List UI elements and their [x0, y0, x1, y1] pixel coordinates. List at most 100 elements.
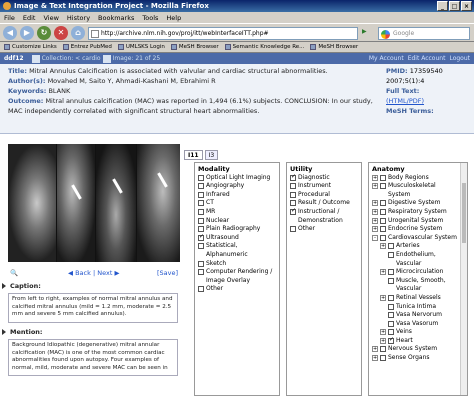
- checkbox[interactable]: [380, 183, 386, 190]
- anatomy-item[interactable]: Vasa Vasorum: [372, 320, 458, 329]
- checkbox[interactable]: [290, 207, 296, 216]
- checkbox[interactable]: [198, 260, 204, 267]
- anatomy-item[interactable]: - Cardiovascular System: [372, 234, 458, 243]
- expand-icon[interactable]: +: [372, 183, 378, 190]
- modality-item[interactable]: Statistical, Alphanumeric: [198, 242, 276, 259]
- checkbox[interactable]: [198, 174, 204, 181]
- collapse-icon[interactable]: -: [372, 234, 378, 241]
- checkbox[interactable]: [380, 217, 386, 224]
- search-box[interactable]: Google: [378, 27, 470, 40]
- anatomy-item[interactable]: Muscle, Smooth, Vascular: [372, 277, 458, 294]
- bookmark-item[interactable]: MeSH Browser: [310, 44, 358, 50]
- back-arrow-icon[interactable]: ◀: [3, 25, 17, 40]
- expand-icon[interactable]: +: [372, 208, 378, 215]
- menu-edit[interactable]: Edit: [23, 14, 36, 22]
- utility-item[interactable]: Procedural: [290, 191, 358, 200]
- modality-item[interactable]: Ultrasound: [198, 233, 276, 243]
- expand-icon[interactable]: +: [372, 346, 378, 353]
- mention-header[interactable]: Mention:: [0, 328, 180, 337]
- modality-item[interactable]: Optical Light Imaging: [198, 174, 276, 183]
- checkbox[interactable]: [290, 173, 296, 181]
- anatomy-item[interactable]: + Musculoskeletal System: [372, 182, 458, 199]
- anatomy-item[interactable]: Endothelium, Vascular: [372, 251, 458, 268]
- figure-image[interactable]: [8, 144, 180, 262]
- modality-item[interactable]: Nuclear: [198, 217, 276, 226]
- anatomy-item[interactable]: Vasa Nervorum: [372, 311, 458, 320]
- checkbox[interactable]: [198, 191, 204, 198]
- home-icon[interactable]: ⌂: [71, 25, 85, 40]
- checkbox[interactable]: [198, 217, 204, 224]
- anatomy-item[interactable]: + Retinal Vessels: [372, 294, 458, 303]
- checkbox[interactable]: [388, 312, 394, 319]
- forward-arrow-icon[interactable]: ▶: [20, 25, 34, 40]
- reload-icon[interactable]: ↻: [37, 25, 51, 40]
- scrollbar-thumb[interactable]: [462, 183, 466, 243]
- next-arrow-icon[interactable]: ▶: [112, 269, 119, 277]
- close-button[interactable]: ×: [461, 1, 472, 11]
- logout-link[interactable]: Logout: [449, 55, 470, 62]
- expand-icon[interactable]: +: [380, 294, 386, 301]
- bookmark-item[interactable]: Entrez PubMed: [62, 44, 112, 50]
- checkbox[interactable]: [290, 183, 296, 190]
- checkbox[interactable]: [198, 183, 204, 190]
- mesh-terms-label[interactable]: MeSH Terms:: [386, 107, 434, 115]
- menu-view[interactable]: View: [43, 14, 58, 22]
- next-link[interactable]: Next: [97, 269, 112, 277]
- checkbox[interactable]: [380, 226, 386, 233]
- utility-item[interactable]: Instructional / Demonstration: [290, 207, 358, 225]
- modality-item[interactable]: Sketch: [198, 260, 276, 269]
- checkbox[interactable]: [198, 200, 204, 207]
- stop-icon[interactable]: ✕: [54, 25, 68, 40]
- anatomy-item[interactable]: + Endocrine System: [372, 225, 458, 234]
- checkbox[interactable]: [388, 329, 394, 336]
- expand-icon[interactable]: +: [380, 243, 386, 250]
- checkbox[interactable]: [380, 234, 386, 241]
- checkbox[interactable]: [198, 233, 204, 241]
- checkbox[interactable]: [290, 226, 296, 233]
- modality-item[interactable]: MR: [198, 208, 276, 217]
- menu-bookmarks[interactable]: Bookmarks: [98, 14, 134, 22]
- expand-icon[interactable]: +: [372, 217, 378, 224]
- menu-history[interactable]: History: [67, 14, 90, 22]
- anatomy-item[interactable]: + Arteries: [372, 242, 458, 251]
- checkbox[interactable]: [380, 346, 386, 353]
- checkbox[interactable]: [388, 336, 394, 344]
- back-link[interactable]: Back: [75, 269, 91, 277]
- expand-icon[interactable]: +: [380, 337, 386, 344]
- modality-item[interactable]: Angiography: [198, 182, 276, 191]
- my-account-link[interactable]: My Account: [369, 55, 404, 62]
- expand-icon[interactable]: +: [380, 329, 386, 336]
- anatomy-item[interactable]: + Sense Organs: [372, 354, 458, 363]
- menu-tools[interactable]: Tools: [142, 14, 158, 22]
- checkbox[interactable]: [388, 277, 394, 284]
- anatomy-item[interactable]: + Microcirculation: [372, 268, 458, 277]
- checkbox[interactable]: [290, 191, 296, 198]
- expand-icon[interactable]: +: [372, 355, 378, 362]
- checkbox[interactable]: [198, 286, 204, 293]
- utility-item[interactable]: Other: [290, 225, 358, 234]
- checkbox[interactable]: [198, 269, 204, 276]
- modality-item[interactable]: Computer Rendering / Image Overlay: [198, 268, 276, 285]
- anatomy-item[interactable]: + Nervous System: [372, 345, 458, 354]
- menu-file[interactable]: File: [4, 14, 15, 22]
- expand-icon[interactable]: +: [380, 269, 386, 276]
- checkbox[interactable]: [198, 243, 204, 250]
- modality-item[interactable]: Infrared: [198, 191, 276, 200]
- caption-header[interactable]: Caption:: [0, 282, 180, 291]
- modality-item[interactable]: Other: [198, 285, 276, 294]
- anatomy-scrollbar[interactable]: [460, 163, 467, 395]
- checkbox[interactable]: [290, 200, 296, 207]
- minimize-button[interactable]: _: [437, 1, 448, 11]
- go-button[interactable]: ▶: [362, 28, 367, 35]
- checkbox[interactable]: [198, 226, 204, 233]
- checkbox[interactable]: [388, 251, 394, 258]
- zoom-icon[interactable]: 🔍: [10, 269, 18, 277]
- anatomy-item[interactable]: + Respiratory System: [372, 208, 458, 217]
- anatomy-item[interactable]: + Urogenital System: [372, 217, 458, 226]
- checkbox[interactable]: [380, 174, 386, 181]
- edit-account-link[interactable]: Edit Account: [408, 55, 446, 62]
- bookmark-item[interactable]: UMLSKS Login: [117, 44, 165, 50]
- save-link[interactable]: [Save]: [157, 269, 178, 277]
- checkbox[interactable]: [380, 200, 386, 207]
- tab-i3[interactable]: I3: [204, 150, 219, 160]
